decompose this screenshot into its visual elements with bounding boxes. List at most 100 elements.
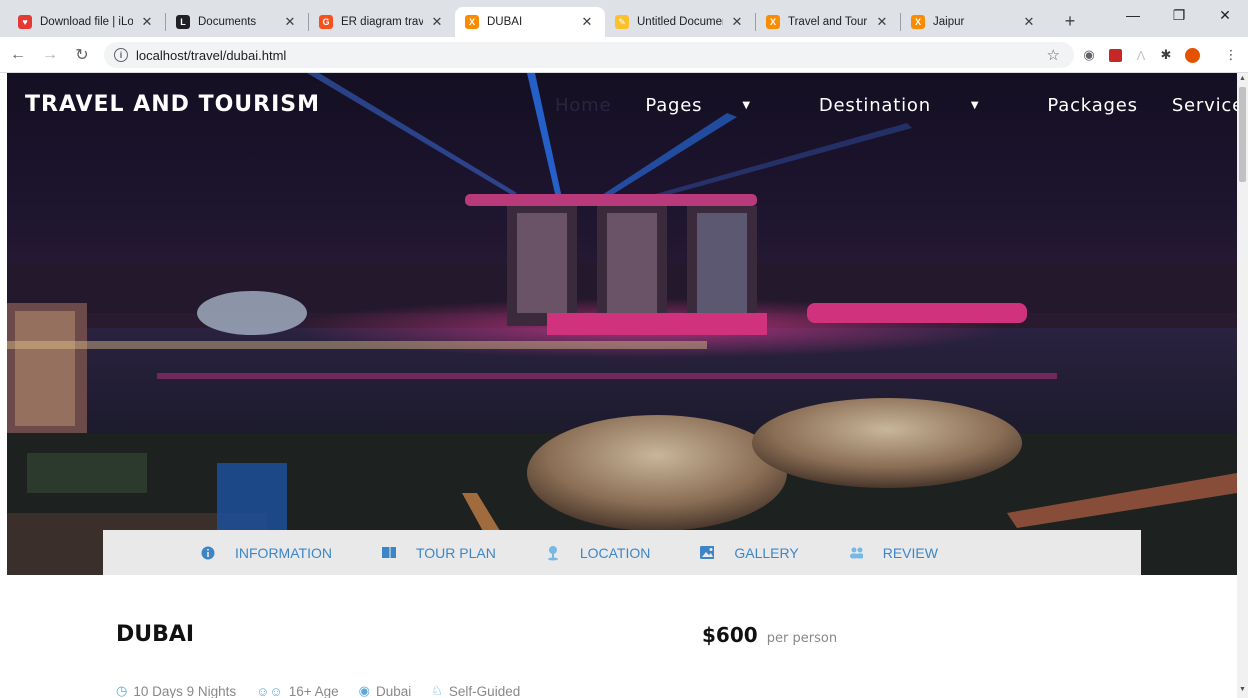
subnav-location-label: LOCATION (579, 544, 651, 561)
star-icon[interactable]: ☆ (1047, 46, 1060, 64)
xampp-icon: X (465, 15, 479, 29)
tab-untitled-document[interactable]: ✎ Untitled Documen ✕ (605, 7, 755, 37)
close-icon[interactable]: ✕ (282, 14, 298, 30)
package-meta: ◷ 10 Days 9 Nights ☺☺ 16+ Age ◉ Dubai ♘ … (116, 683, 540, 698)
meta-duration-text: 10 Days 9 Nights (133, 683, 237, 698)
subnav-tour-plan-label: TOUR PLAN (415, 544, 496, 561)
close-icon[interactable]: ✕ (729, 14, 745, 30)
document-icon: L (176, 15, 190, 29)
users-icon: ☺☺ (256, 683, 283, 698)
package-subnav: INFORMATION TOUR PLAN LOCATION GALLERY R… (103, 530, 1141, 575)
tab-dubai[interactable]: X DUBAI ✕ (455, 7, 605, 37)
tab-title: Travel and Tourism (788, 16, 868, 28)
xampp-icon: X (766, 15, 780, 29)
tab-title: Download file | iLo (40, 16, 133, 28)
extension-red-icon[interactable] (1106, 46, 1124, 64)
profile-avatar[interactable] (1183, 46, 1201, 64)
camera-icon[interactable]: ◉ (1080, 46, 1098, 64)
package-price: $600 per person (702, 623, 837, 647)
subnav-gallery-label: GALLERY (734, 544, 799, 561)
subnav-gallery[interactable]: GALLERY (700, 544, 799, 561)
nav-services[interactable]: Services (1172, 95, 1237, 116)
extension-a-icon[interactable]: Λ (1132, 46, 1150, 64)
close-icon[interactable]: ✕ (1021, 14, 1037, 30)
restore-icon[interactable]: ❐ (1156, 0, 1202, 30)
page-scrollbar[interactable]: ▲ ▼ (1237, 73, 1248, 698)
browser-tab-strip: ♥ Download file | iLo ✕ L Documents ✕ G … (0, 0, 1248, 37)
scrollbar-thumb[interactable] (1239, 87, 1246, 182)
tab-title: Jaipur (933, 16, 965, 28)
scroll-up-icon[interactable]: ▲ (1238, 75, 1247, 85)
minimize-icon[interactable]: — (1110, 0, 1156, 30)
image-icon (700, 546, 715, 560)
subnav-review[interactable]: REVIEW (849, 545, 938, 561)
browser-toolbar: ← → ↻ i localhost/travel/dubai.html ☆ ◉ … (0, 37, 1248, 73)
meta-age: ☺☺ 16+ Age (256, 683, 338, 698)
caret-down-icon: ▼ (742, 100, 751, 111)
subnav-information[interactable]: INFORMATION (201, 545, 332, 561)
nav-destination-label: Destination (818, 95, 931, 116)
tab-title: Documents (198, 16, 257, 28)
meta-duration: ◷ 10 Days 9 Nights (116, 683, 236, 698)
package-title: DUBAI (116, 622, 195, 647)
meta-type: ♘ Self-Guided (431, 683, 520, 698)
back-arrow-icon[interactable]: ← (4, 41, 32, 69)
subnav-location[interactable]: LOCATION (546, 544, 651, 561)
tab-title: Untitled Documen (637, 16, 723, 28)
nav-pages[interactable]: Pages ▼ (645, 95, 784, 116)
window-controls: — ❐ ✕ (1110, 0, 1248, 30)
address-bar[interactable]: i localhost/travel/dubai.html ☆ (104, 42, 1074, 68)
tab-title: DUBAI (487, 16, 523, 28)
tab-jaipur[interactable]: X Jaipur ✕ (901, 7, 1047, 37)
price-unit: per person (766, 631, 838, 646)
map-pin-icon: ◉ (358, 683, 370, 698)
close-icon[interactable]: ✕ (429, 14, 445, 30)
price-amount: $600 (702, 623, 758, 647)
subnav-tour-plan[interactable]: TOUR PLAN (381, 544, 496, 561)
tab-travel-and-tourism[interactable]: X Travel and Tourism ✕ (756, 7, 900, 37)
info-icon[interactable]: i (114, 48, 128, 62)
caret-down-icon: ▼ (970, 100, 980, 111)
clock-icon: ◷ (116, 683, 128, 698)
url-text: localhost/travel/dubai.html (136, 47, 287, 63)
tab-er-diagram[interactable]: G ER diagram travel ✕ (309, 7, 455, 37)
xampp-icon: X (911, 15, 925, 29)
subnav-information-label: INFORMATION (235, 544, 332, 561)
puzzle-icon[interactable]: ✱ (1157, 46, 1175, 64)
book-icon (381, 546, 396, 560)
tab-list: ♥ Download file | iLo ✕ L Documents ✕ G … (0, 0, 1083, 37)
forward-arrow-icon[interactable]: → (36, 41, 64, 69)
meta-age-text: 16+ Age (288, 683, 339, 698)
hero-cityscape (7, 73, 1237, 575)
page-content: TRAVEL AND TOURISM Home Pages ▼ Destinati… (0, 73, 1237, 698)
menu-kebab-icon[interactable]: ⋮ (1222, 46, 1240, 64)
guide-icon: ♘ (431, 683, 443, 698)
close-window-icon[interactable]: ✕ (1202, 0, 1248, 30)
main-nav: Home Pages ▼ Destination ▼ Packages Servic… (555, 95, 1237, 116)
tab-title: ER diagram travel (341, 16, 423, 28)
site-brand[interactable]: TRAVEL AND TOURISM (25, 92, 320, 117)
nav-pages-label: Pages (645, 95, 703, 116)
nav-destination[interactable]: Destination ▼ (819, 95, 1014, 116)
map-pin-icon (546, 545, 560, 560)
heart-icon: ♥ (18, 15, 32, 29)
scroll-down-icon[interactable]: ▼ (1238, 686, 1247, 696)
nav-home[interactable]: Home (555, 95, 611, 116)
hero-image: TRAVEL AND TOURISM Home Pages ▼ Destinati… (7, 73, 1237, 575)
subnav-review-label: REVIEW (882, 544, 938, 561)
meta-type-text: Self-Guided (448, 683, 521, 698)
new-tab-button[interactable]: + (1057, 8, 1083, 34)
close-icon[interactable]: ✕ (139, 14, 155, 30)
info-circle-icon (201, 546, 215, 560)
users-icon (849, 546, 863, 560)
reload-icon[interactable]: ↻ (68, 41, 96, 69)
meta-place-text: Dubai (375, 683, 412, 698)
tab-download-file[interactable]: ♥ Download file | iLo ✕ (8, 7, 165, 37)
tab-documents[interactable]: L Documents ✕ (166, 7, 308, 37)
meta-place: ◉ Dubai (359, 683, 412, 698)
pen-icon: ✎ (615, 15, 629, 29)
close-icon[interactable]: ✕ (579, 14, 595, 30)
diagram-icon: G (319, 15, 333, 29)
close-icon[interactable]: ✕ (874, 14, 890, 30)
nav-packages[interactable]: Packages (1047, 95, 1137, 116)
